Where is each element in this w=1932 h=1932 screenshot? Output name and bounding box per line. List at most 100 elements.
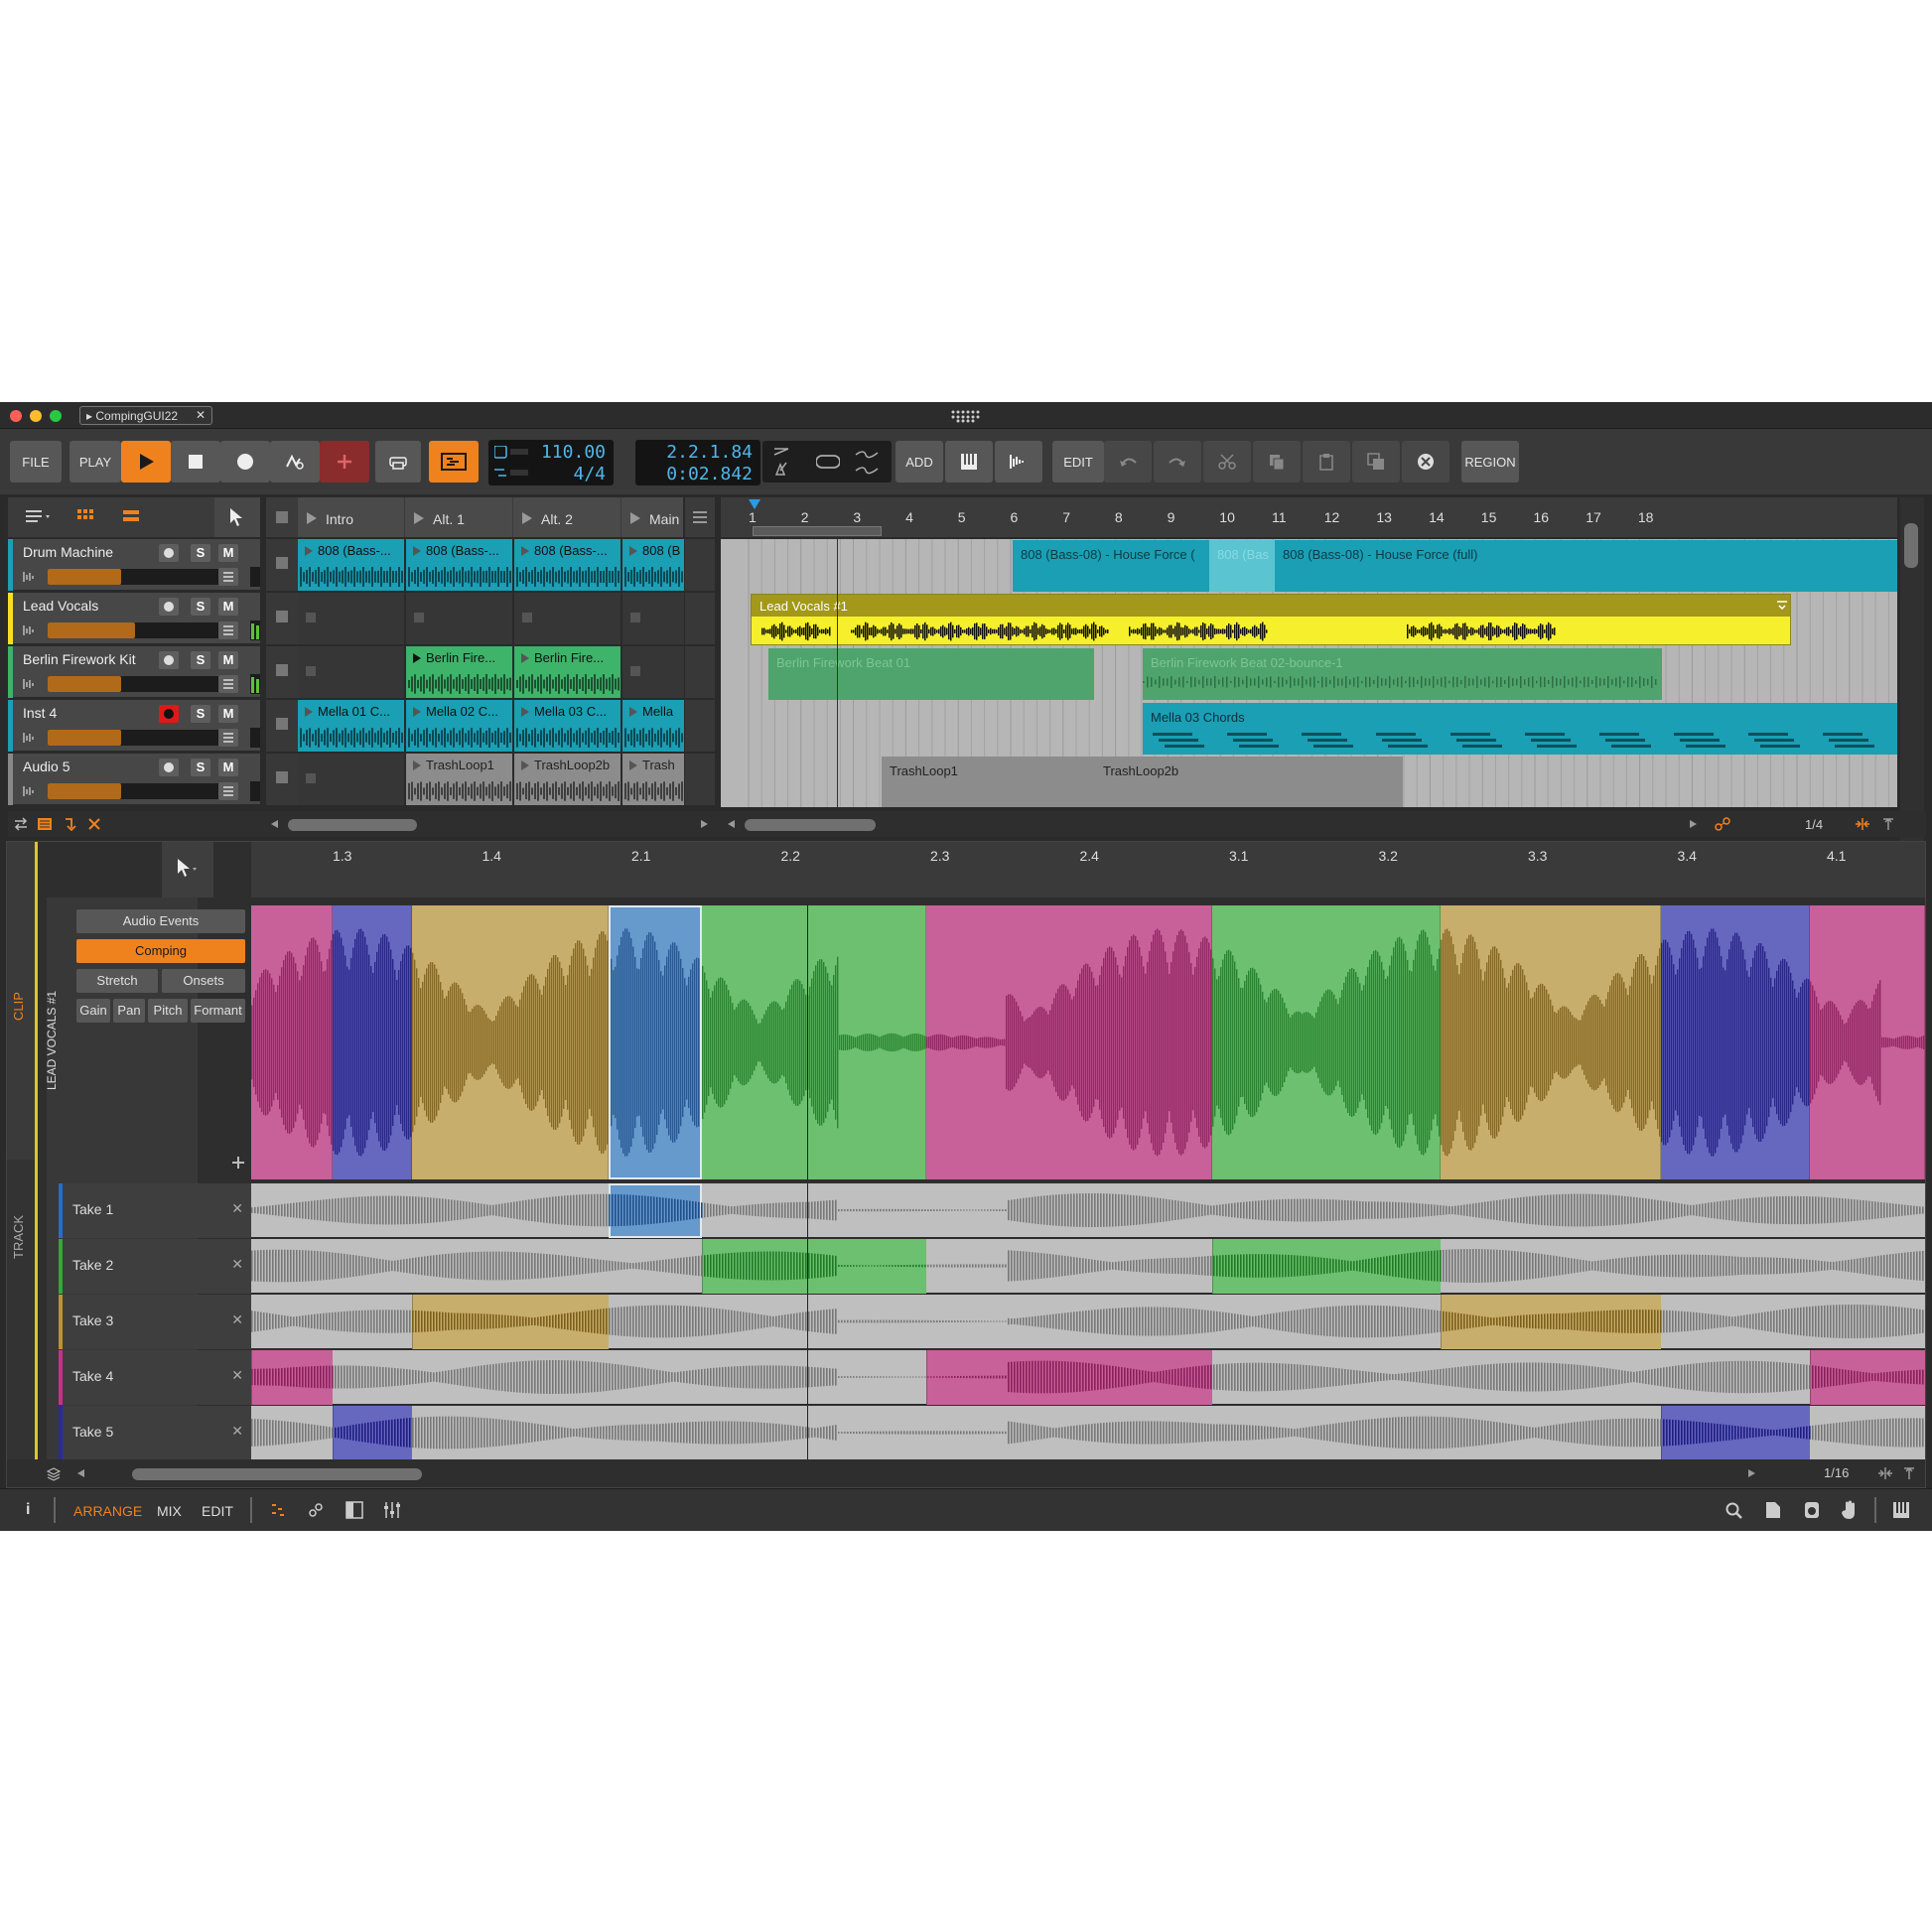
zoom-fit-icon[interactable] bbox=[1882, 817, 1894, 831]
mute-button[interactable]: M bbox=[218, 759, 238, 776]
scene-play-icon[interactable] bbox=[306, 511, 318, 525]
pitch-button[interactable]: Pitch bbox=[148, 999, 188, 1023]
zoom-fit-icon[interactable] bbox=[1903, 1466, 1915, 1480]
duplicate-button[interactable] bbox=[1352, 441, 1400, 483]
tempo-display[interactable]: 110.00 4/4 bbox=[488, 440, 614, 485]
arranger-clip-trash-b[interactable]: TrashLoop2b bbox=[1095, 757, 1403, 807]
scene-alt1[interactable]: Alt. 1 bbox=[405, 497, 512, 537]
info-icon[interactable]: i bbox=[26, 1501, 30, 1519]
maximize-window-icon[interactable] bbox=[50, 410, 62, 422]
mix-view-tab[interactable]: MIX bbox=[157, 1503, 182, 1519]
slot-play-icon[interactable] bbox=[520, 706, 530, 718]
scene-play-icon[interactable] bbox=[521, 511, 533, 525]
slot-play-icon[interactable] bbox=[412, 759, 422, 771]
arranger-clip-trash-a[interactable]: TrashLoop1 bbox=[882, 757, 1095, 807]
keyboard-icon[interactable] bbox=[1892, 1501, 1910, 1519]
track-tab[interactable]: TRACK bbox=[7, 1160, 35, 1477]
slot-play-icon[interactable] bbox=[412, 652, 422, 664]
comp-selection[interactable] bbox=[609, 905, 702, 1179]
time-signature[interactable]: 4/4 bbox=[573, 464, 606, 484]
remove-take-icon[interactable]: ✕ bbox=[231, 1200, 243, 1217]
take-lane[interactable]: Take 3 ✕ bbox=[59, 1295, 1925, 1349]
tempo-value[interactable]: 110.00 bbox=[541, 442, 606, 463]
launcher-slot[interactable]: 808 (Bass-... bbox=[406, 539, 512, 591]
clip-view-icon[interactable] bbox=[38, 818, 52, 830]
play-button[interactable] bbox=[121, 441, 171, 483]
scene-list-menu[interactable] bbox=[685, 497, 715, 537]
formant-button[interactable]: Formant bbox=[191, 999, 245, 1023]
record-arm-button[interactable] bbox=[159, 544, 179, 562]
redo-button[interactable] bbox=[1154, 441, 1201, 483]
volume-fader[interactable] bbox=[48, 730, 221, 746]
pan-button[interactable]: Pan bbox=[113, 999, 145, 1023]
track-menu-button[interactable] bbox=[218, 621, 238, 639]
stop-slot-icon[interactable] bbox=[276, 718, 288, 730]
stop-slot-icon[interactable] bbox=[276, 557, 288, 569]
search-icon[interactable] bbox=[1725, 1502, 1743, 1520]
close-tab-icon[interactable]: ✕ bbox=[196, 408, 206, 422]
copy-button[interactable] bbox=[1253, 441, 1301, 483]
mute-button[interactable]: M bbox=[218, 651, 238, 669]
take-lane[interactable]: Take 4 ✕ bbox=[59, 1350, 1925, 1405]
launcher-slot[interactable]: TrashLoop2b bbox=[514, 754, 621, 805]
arranger-hscroll-thumb[interactable] bbox=[745, 819, 876, 831]
edit-view-tab[interactable]: EDIT bbox=[202, 1503, 233, 1519]
modulation-icon[interactable] bbox=[308, 1502, 324, 1518]
empty-slot-stop-icon[interactable] bbox=[306, 773, 316, 783]
clip-launcher-toggle-icon[interactable] bbox=[77, 509, 93, 523]
stretch-button[interactable]: Stretch bbox=[76, 969, 158, 993]
launcher-slot[interactable]: 808 (Bass-... bbox=[514, 539, 621, 591]
file-menu-button[interactable]: FILE bbox=[10, 441, 62, 483]
slot-stop-cell[interactable] bbox=[266, 593, 298, 644]
slot-stop-cell[interactable] bbox=[266, 700, 298, 752]
scene-alt2[interactable]: Alt. 2 bbox=[513, 497, 621, 537]
slot-play-icon[interactable] bbox=[520, 759, 530, 771]
clip-tab[interactable]: CLIP bbox=[7, 842, 35, 1160]
launcher-stop-all[interactable] bbox=[266, 497, 298, 537]
undo-button[interactable] bbox=[1104, 441, 1152, 483]
scroll-right-icon[interactable] bbox=[1688, 819, 1698, 829]
stop-slot-icon[interactable] bbox=[276, 611, 288, 622]
launcher-hscroll-thumb[interactable] bbox=[288, 819, 417, 831]
device-icon[interactable] bbox=[1803, 1501, 1821, 1519]
editor-ruler[interactable]: 1.3 1.4 2.1 2.2 2.3 2.4 3.1 3.2 3.3 3.4 4.1 bbox=[251, 842, 1925, 897]
launcher-slot[interactable]: 808 (B bbox=[622, 539, 684, 591]
launcher-slot[interactable] bbox=[622, 593, 684, 644]
add-menu-button[interactable]: ADD bbox=[896, 441, 943, 483]
launcher-slot[interactable] bbox=[298, 593, 404, 644]
cut-button[interactable] bbox=[1203, 441, 1251, 483]
arranger-clip-drum-c[interactable]: 808 (Bass-08) - House Force (full) bbox=[1275, 540, 1897, 592]
gain-button[interactable]: Gain bbox=[76, 999, 110, 1023]
close-x-icon[interactable] bbox=[87, 817, 101, 831]
stop-slot-icon[interactable] bbox=[276, 771, 288, 783]
layers-icon[interactable] bbox=[47, 1467, 61, 1481]
mute-button[interactable]: M bbox=[218, 544, 238, 562]
hand-icon[interactable] bbox=[1841, 1500, 1859, 1520]
region-menu-button[interactable]: REGION bbox=[1461, 441, 1519, 483]
volume-fader[interactable] bbox=[48, 783, 221, 799]
arranger-clip-berlin-b[interactable]: Berlin Firework Beat 02-bounce-1 bbox=[1143, 648, 1662, 700]
launcher-slot[interactable]: Mella 03 C... bbox=[514, 700, 621, 752]
empty-slot-stop-icon[interactable] bbox=[630, 666, 640, 676]
remove-take-icon[interactable]: ✕ bbox=[231, 1311, 243, 1328]
track-row[interactable]: Drum Machine S M bbox=[8, 539, 260, 591]
launcher-slot[interactable]: TrashLoop1 bbox=[406, 754, 512, 805]
remove-take-icon[interactable]: ✕ bbox=[231, 1367, 243, 1384]
launcher-slot[interactable] bbox=[298, 754, 404, 805]
empty-slot-stop-icon[interactable] bbox=[306, 613, 316, 622]
track-menu-button[interactable] bbox=[218, 782, 238, 800]
track-list-menu-icon[interactable] bbox=[24, 509, 54, 525]
document-icon[interactable] bbox=[1765, 1501, 1781, 1519]
launcher-slot[interactable] bbox=[514, 593, 621, 644]
launcher-slot[interactable] bbox=[622, 646, 684, 698]
remove-take-icon[interactable]: ✕ bbox=[231, 1256, 243, 1273]
take-lane[interactable]: Take 2 ✕ bbox=[59, 1239, 1925, 1294]
onsets-button[interactable]: Onsets bbox=[162, 969, 245, 993]
slot-stop-cell[interactable] bbox=[266, 646, 298, 698]
comping-button[interactable]: Comping bbox=[76, 939, 245, 963]
note-fx-icon[interactable] bbox=[270, 1502, 286, 1518]
solo-button[interactable]: S bbox=[191, 544, 210, 562]
scroll-left-icon[interactable] bbox=[270, 819, 280, 829]
pointer-tool-button[interactable] bbox=[214, 497, 260, 537]
minimize-window-icon[interactable] bbox=[30, 410, 42, 422]
